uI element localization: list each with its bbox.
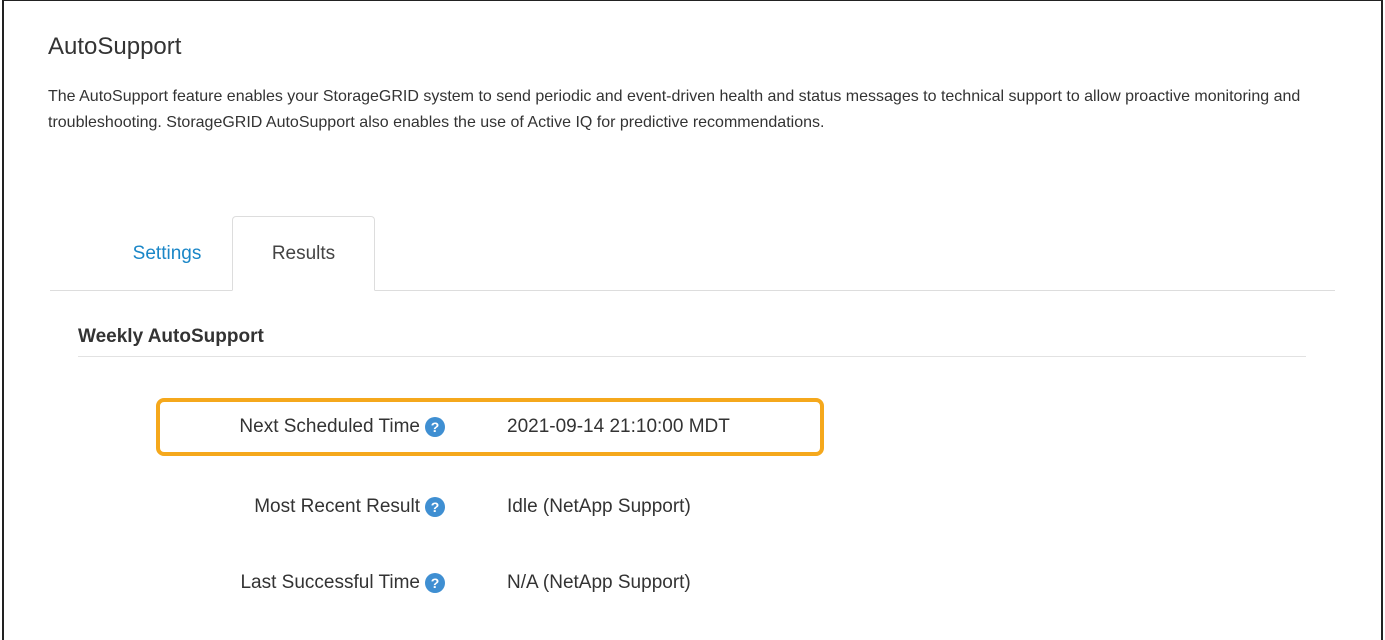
row-value: Idle (NetApp Support)	[507, 496, 691, 517]
next-scheduled-time-row: Next Scheduled Time ? 2021-09-14 21:10:0…	[0, 412, 900, 442]
row-value: 2021-09-14 21:10:00 MDT	[507, 416, 730, 437]
row-label: Most Recent Result	[254, 496, 420, 517]
page-title: AutoSupport	[48, 33, 182, 60]
row-label: Last Successful Time	[240, 572, 420, 593]
question-circle-icon[interactable]: ?	[425, 497, 445, 517]
most-recent-result-row: Most Recent Result ? Idle (NetApp Suppor…	[0, 492, 900, 522]
section-divider	[78, 356, 1306, 357]
last-successful-time-row: Last Successful Time ? N/A (NetApp Suppo…	[0, 568, 900, 598]
tab-settings[interactable]: Settings	[108, 216, 226, 291]
page-description: The AutoSupport feature enables your Sto…	[48, 88, 1301, 131]
question-circle-icon[interactable]: ?	[425, 417, 445, 437]
question-circle-icon[interactable]: ?	[425, 573, 445, 593]
tab-results[interactable]: Results	[232, 216, 375, 291]
section-heading: Weekly AutoSupport	[78, 326, 264, 347]
row-label: Next Scheduled Time	[239, 416, 420, 437]
row-value: N/A (NetApp Support)	[507, 572, 691, 593]
